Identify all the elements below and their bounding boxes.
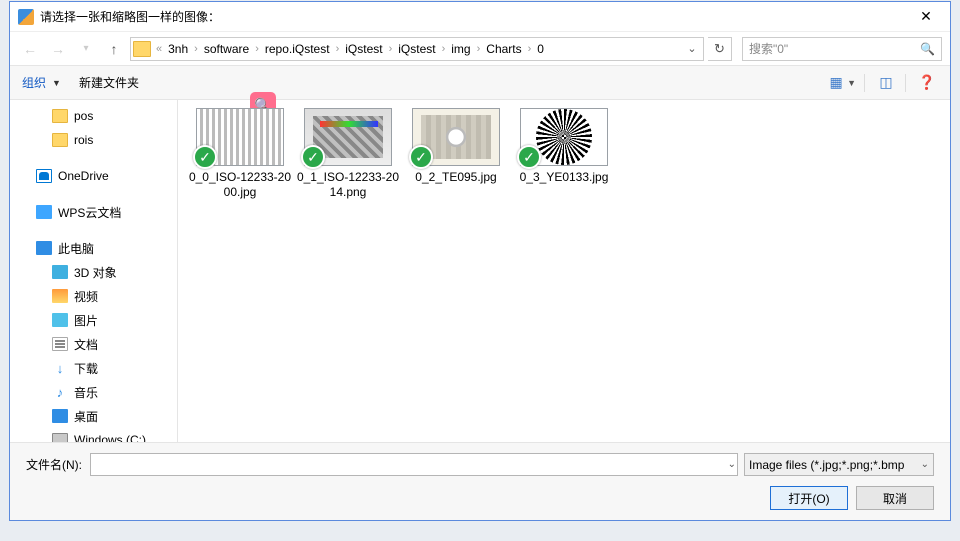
sidebar-item[interactable]: OneDrive	[10, 164, 177, 188]
sidebar-item-label: 图片	[74, 312, 98, 329]
back-button[interactable]: ←	[18, 37, 42, 61]
breadcrumb-item[interactable]: 0	[532, 42, 549, 56]
sidebar-item[interactable]: 桌面	[10, 404, 177, 428]
sidebar-item-label: OneDrive	[58, 169, 109, 183]
checkmark-icon: ✓	[517, 145, 541, 169]
sidebar-item-label: 3D 对象	[74, 264, 117, 281]
preview-pane-icon[interactable]: ◫	[875, 72, 897, 94]
checkmark-icon: ✓	[301, 145, 325, 169]
sidebar-item-label: rois	[74, 133, 93, 147]
filter-label: Image files (*.jpg;*.png;*.bmp	[749, 458, 904, 472]
file-item[interactable]: ✓0_2_TE095.jpg	[406, 108, 506, 200]
breadcrumb-item[interactable]: iQstest	[393, 42, 440, 56]
main-row: pos rois OneDrive WPS云文档此电脑 3D 对象视频图片文档 ↓ 下载 ♪ 音…	[10, 100, 950, 442]
breadcrumb-item[interactable]: img	[446, 42, 475, 56]
sidebar-item-label: WPS云文档	[58, 204, 121, 221]
file-item[interactable]: ✓0_0_ISO-12233-2000.jpg	[190, 108, 290, 200]
address-bar[interactable]: « 3nh› software› repo.iQstest› iQstest› …	[130, 37, 704, 61]
file-thumbnail: ✓	[412, 108, 500, 166]
checkmark-icon: ✓	[193, 145, 217, 169]
sidebar-item-icon	[52, 265, 68, 279]
breadcrumb-item[interactable]: iQstest	[340, 42, 387, 56]
sidebar-item-icon	[52, 433, 68, 442]
file-label: 0_1_ISO-12233-2014.png	[294, 170, 402, 200]
breadcrumb-item[interactable]: software	[199, 42, 254, 56]
file-thumbnail: ✓	[196, 108, 284, 166]
recent-dropdown[interactable]: ▾	[74, 37, 98, 61]
sidebar-item[interactable]: 图片	[10, 308, 177, 332]
sidebar-item-icon	[52, 289, 68, 303]
sidebar-item-label: Windows (C:)	[74, 433, 146, 442]
breadcrumb-item[interactable]: repo.iQstest	[260, 42, 335, 56]
view-thumbnails-icon[interactable]: ▦	[825, 72, 847, 94]
file-thumbnail: ✓	[520, 108, 608, 166]
breadcrumb-item[interactable]: Charts	[481, 42, 526, 56]
folder-icon	[133, 41, 151, 57]
chevron-down-icon: ⌄	[921, 459, 929, 470]
sidebar-item-label: pos	[74, 109, 93, 123]
search-icon: 🔍	[920, 42, 935, 56]
checkmark-icon: ✓	[409, 145, 433, 169]
sidebar-item[interactable]: rois	[10, 128, 177, 152]
titlebar: 请选择一张和缩略图一样的图像： ✕	[10, 2, 950, 32]
navigation-row: ← → ▾ ↑ « 3nh› software› repo.iQstest› i…	[10, 32, 950, 66]
file-label: 0_2_TE095.jpg	[402, 170, 510, 185]
sidebar-item-icon	[52, 337, 68, 351]
sidebar-item[interactable]: WPS云文档	[10, 200, 177, 224]
filetype-filter[interactable]: Image files (*.jpg;*.png;*.bmp ⌄	[744, 453, 934, 476]
file-thumbnail: ✓	[304, 108, 392, 166]
sidebar-item-icon	[36, 241, 52, 255]
sidebar-item-label: 桌面	[74, 408, 98, 425]
breadcrumb-item[interactable]: 3nh	[163, 42, 193, 56]
close-button[interactable]: ✕	[904, 3, 948, 31]
filename-label: 文件名(N):	[26, 456, 82, 473]
sidebar-item[interactable]: 文档	[10, 332, 177, 356]
file-label: 0_3_YE0133.jpg	[510, 170, 618, 185]
search-input[interactable]: 搜索"0" 🔍	[742, 37, 942, 61]
sidebar-item-icon	[52, 313, 68, 327]
sidebar-item-icon: ♪	[52, 385, 68, 399]
sidebar-item-icon	[52, 109, 68, 123]
chevron-down-icon: ▼	[52, 78, 61, 88]
sidebar-item[interactable]: 此电脑	[10, 236, 177, 260]
sidebar-item[interactable]: 3D 对象	[10, 260, 177, 284]
search-placeholder: 搜索"0"	[749, 40, 920, 57]
sidebar-item-icon	[36, 205, 52, 219]
new-folder-button[interactable]: 新建文件夹	[79, 74, 139, 91]
app-icon	[18, 9, 34, 25]
sidebar-item[interactable]: ↓ 下载	[10, 356, 177, 380]
sidebar: pos rois OneDrive WPS云文档此电脑 3D 对象视频图片文档 ↓ 下载 ♪ 音…	[10, 100, 178, 442]
file-item[interactable]: ✓0_1_ISO-12233-2014.png	[298, 108, 398, 200]
open-button[interactable]: 打开(O)	[770, 486, 848, 510]
sidebar-item-icon: ↓	[52, 361, 68, 375]
toolbar: 组织 ▼ 新建文件夹 ▦ ▼ ◫ ❓	[10, 66, 950, 100]
sidebar-item-icon	[36, 169, 52, 183]
organize-menu[interactable]: 组织	[22, 74, 46, 91]
forward-button[interactable]: →	[46, 37, 70, 61]
up-button[interactable]: ↑	[102, 37, 126, 61]
sidebar-item-label: 音乐	[74, 384, 98, 401]
file-label: 0_0_ISO-12233-2000.jpg	[186, 170, 294, 200]
window-title: 请选择一张和缩略图一样的图像：	[40, 8, 904, 25]
sidebar-item[interactable]: ♪ 音乐	[10, 380, 177, 404]
file-open-dialog: 请选择一张和缩略图一样的图像： ✕ ← → ▾ ↑ « 3nh› softwar…	[9, 1, 951, 521]
path-dropdown-icon[interactable]: ⌄	[683, 42, 701, 55]
refresh-button[interactable]: ↻	[708, 37, 732, 61]
footer: 文件名(N): ⌄ Image files (*.jpg;*.png;*.bmp…	[10, 442, 950, 520]
sidebar-item[interactable]: pos	[10, 104, 177, 128]
sidebar-item[interactable]: Windows (C:)	[10, 428, 177, 442]
sidebar-item-icon	[52, 409, 68, 423]
sidebar-item-label: 文档	[74, 336, 98, 353]
sidebar-item-label: 视频	[74, 288, 98, 305]
cancel-button[interactable]: 取消	[856, 486, 934, 510]
sidebar-item-label: 下载	[74, 360, 98, 377]
file-list: 🔍 ✓0_0_ISO-12233-2000.jpg✓0_1_ISO-12233-…	[178, 100, 950, 442]
file-item[interactable]: ✓0_3_YE0133.jpg	[514, 108, 614, 200]
help-icon[interactable]: ❓	[916, 72, 938, 94]
sidebar-item[interactable]: 视频	[10, 284, 177, 308]
sidebar-item-icon	[52, 133, 68, 147]
filename-input[interactable]	[90, 453, 738, 476]
sidebar-item-label: 此电脑	[58, 240, 94, 257]
